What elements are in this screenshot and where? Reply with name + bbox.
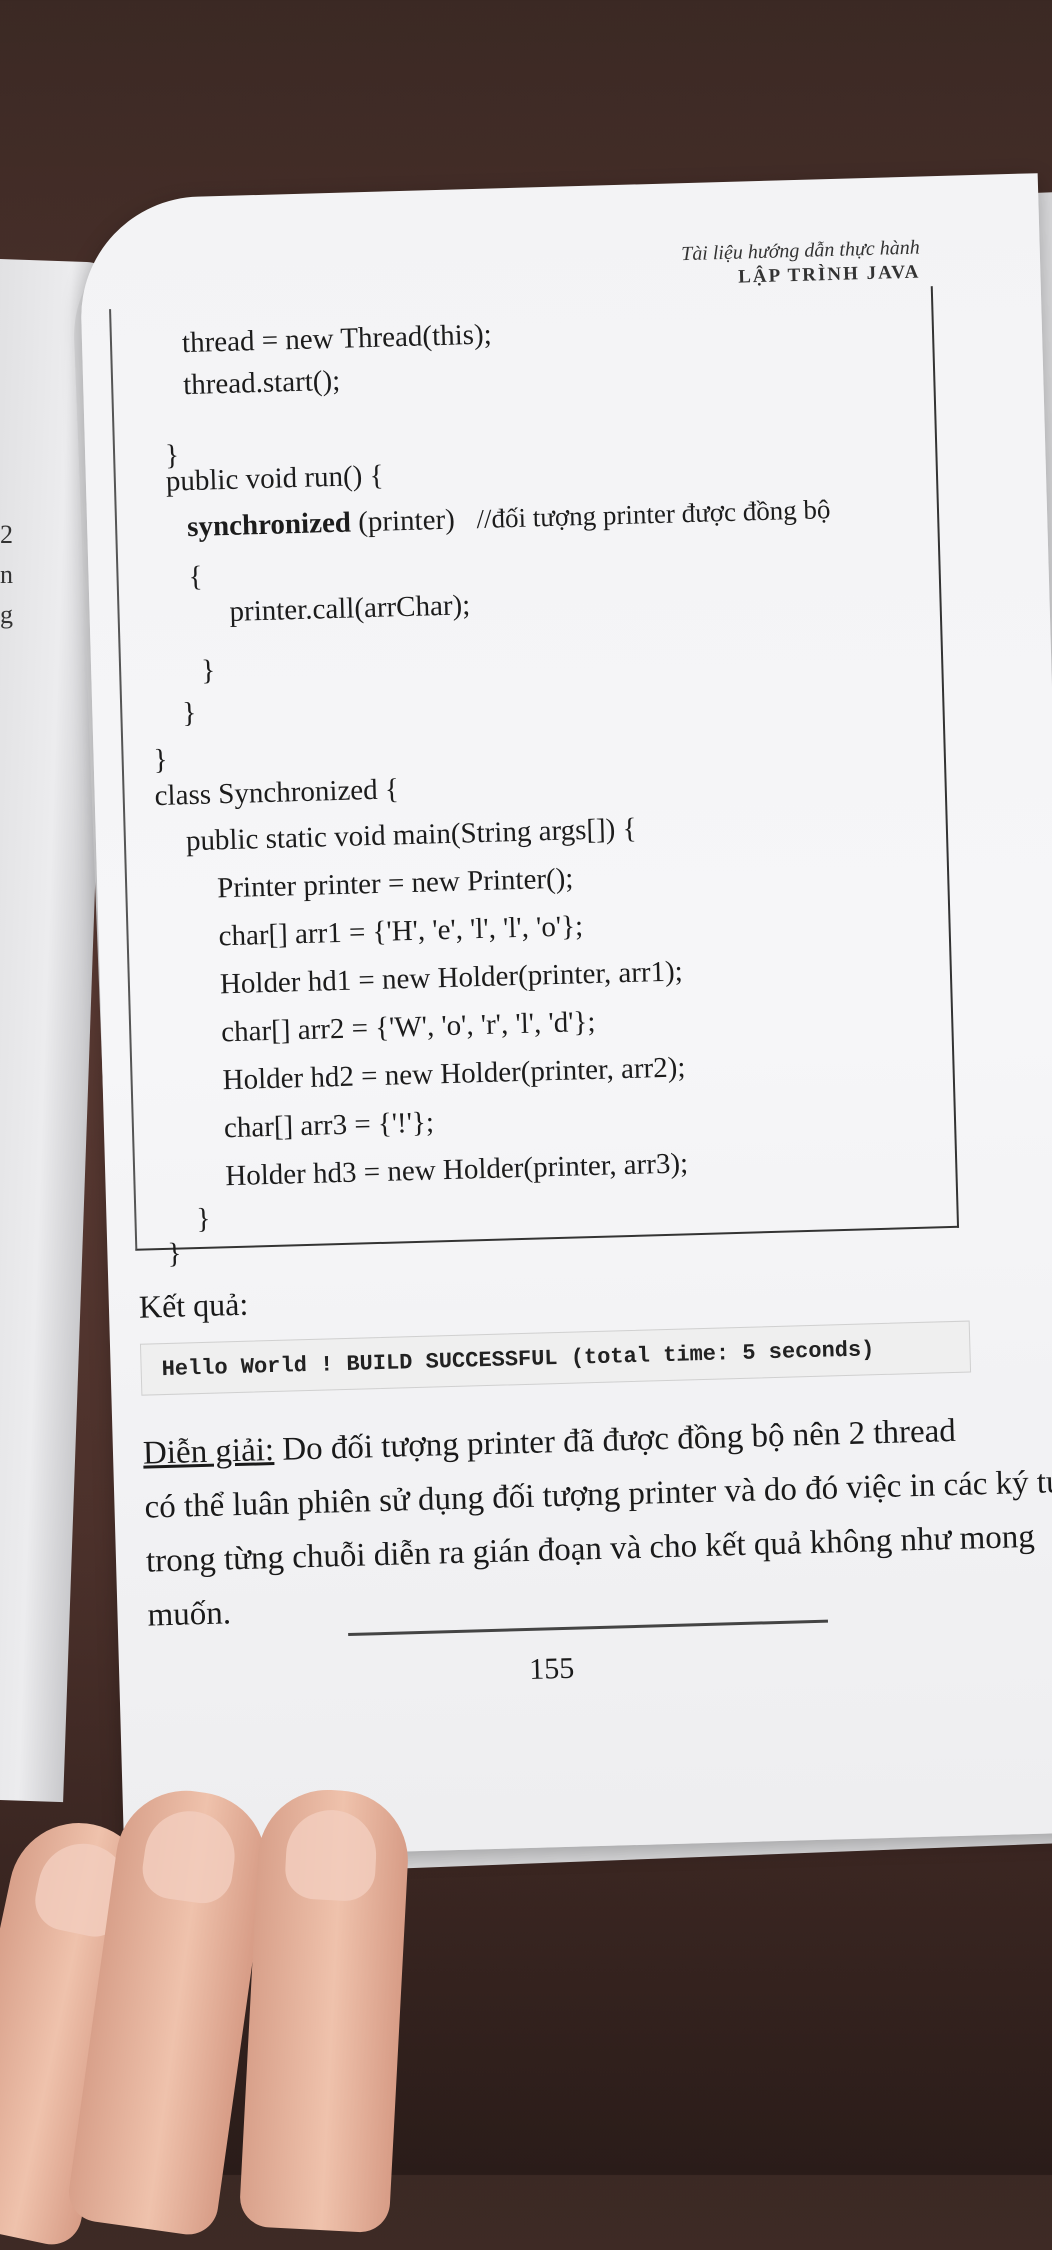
left-page-text: 2 n g — [0, 520, 13, 629]
code-line: thread = new Thread(this); — [181, 318, 493, 360]
code-line: } — [153, 743, 169, 777]
code-line: class Synchronized { — [154, 773, 400, 813]
book-page: Tài liệu hướng dẫn thực hành LẬP TRÌNH J… — [78, 173, 1052, 1860]
keyword-synchronized: synchronized — [186, 506, 352, 544]
finger — [238, 1786, 412, 2234]
result-label: Kết quả: — [138, 1285, 249, 1325]
explanation-heading: Diễn giải: — [142, 1432, 275, 1472]
page-number: 155 — [528, 1651, 575, 1686]
code-line: Holder hd2 = new Holder(printer, arr2); — [222, 1051, 686, 1097]
explanation-paragraph: Diễn giải: Do đối tượng printer đã được … — [142, 1402, 1052, 1642]
fingernail — [138, 1805, 241, 1908]
code-line: char[] arr1 = {'H', 'e', 'l', 'l', 'o'}; — [218, 910, 584, 953]
code-line: public void run() { — [165, 459, 384, 498]
code-line: public static void main(String args[]) { — [185, 812, 637, 858]
code-line: thread.start(); — [182, 364, 341, 402]
code-line: printer.call(arrChar); — [229, 589, 471, 628]
code-line: Holder hd3 = new Holder(printer, arr3); — [224, 1147, 689, 1193]
code-line-synchronized: synchronized (printer) //đối tượng print… — [186, 494, 831, 544]
running-head: Tài liệu hướng dẫn thực hành LẬP TRÌNH J… — [681, 237, 921, 291]
code-line: Printer printer = new Printer(); — [216, 862, 574, 905]
running-head-title: LẬP TRÌNH JAVA — [737, 261, 921, 288]
code-listing: thread = new Thread(this); thread.start(… — [109, 286, 960, 1270]
console-output: Hello World ! BUILD SUCCESSFUL (total ti… — [139, 1320, 972, 1396]
fingernail — [283, 1807, 379, 1903]
code-line: } — [200, 654, 216, 687]
code-line: } — [167, 1237, 182, 1270]
code-line: char[] arr3 = {'!'}; — [223, 1106, 435, 1145]
code-line: } — [181, 696, 197, 730]
code-comment: //đối tượng printer được đồng bộ — [476, 494, 831, 534]
code-line: Holder hd1 = new Holder(printer, arr1); — [219, 955, 684, 1001]
code-line: { — [188, 560, 203, 594]
code-line: char[] arr2 = {'W', 'o', 'r', 'l', 'd'}; — [220, 1005, 596, 1049]
code-line: } — [196, 1202, 211, 1236]
